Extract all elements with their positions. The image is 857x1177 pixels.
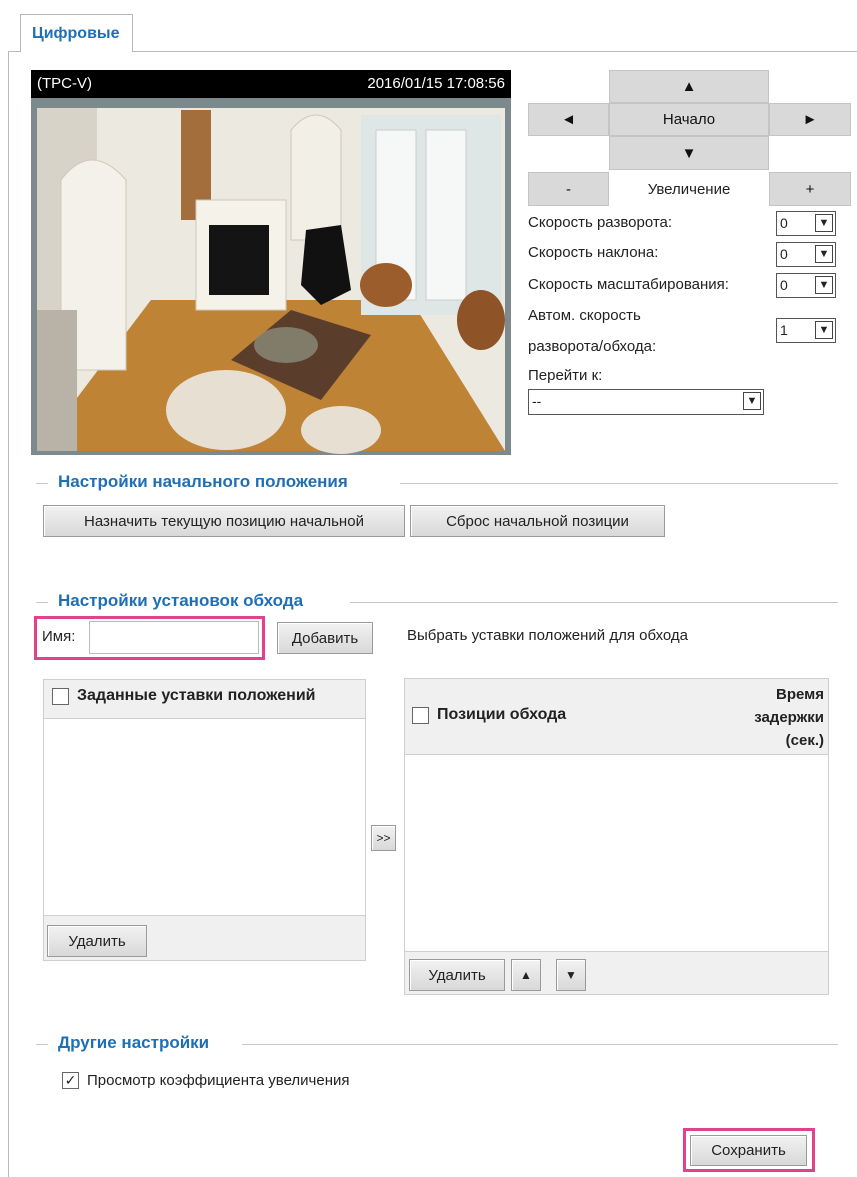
pan-speed-value: 0 [780,215,788,231]
delay-header-line-1: Время [776,686,824,703]
chevron-down-icon: ▼ [815,321,833,339]
section-divider [350,602,838,603]
delete-preset-button[interactable]: Удалить [47,925,147,957]
goto-value: -- [532,393,542,409]
zoom-speed-label: Скорость масштабирования: [528,276,729,293]
auto-speed-label-2: разворота/обхода: [528,338,657,355]
patrol-settings-title: Настройки установок обхода [58,591,304,610]
chevron-down-icon: ▼ [743,392,761,410]
ptz-left-button[interactable]: ◄ [528,103,609,136]
presets-select-all-checkbox[interactable] [52,687,69,705]
presets-header-label: Заданные уставки положений [77,687,316,704]
ptz-up-button[interactable]: ▲ [609,70,769,103]
move-up-button[interactable]: ▲ [511,959,541,991]
ptz-down-button[interactable]: ▼ [609,136,769,170]
chevron-down-icon: ▼ [815,214,833,232]
tilt-speed-value: 0 [780,246,788,262]
zoom-ratio-checkbox[interactable]: ✓ [62,1072,79,1089]
pan-speed-select[interactable]: 0 ▼ [776,211,836,236]
name-label: Имя: [42,628,76,645]
add-button[interactable]: Добавить [277,622,373,654]
goto-label: Перейти к: [528,367,603,384]
add-to-patrol-button[interactable]: >> [371,825,396,851]
camera-name: (TPC-V) [37,75,92,92]
delay-header-line-2: задержки [754,709,824,726]
zoom-speed-value: 0 [780,277,788,293]
save-button[interactable]: Сохранить [690,1135,807,1166]
auto-speed-select[interactable]: 1 ▼ [776,318,836,343]
section-divider [36,1044,48,1045]
section-divider [36,483,48,484]
other-settings-title: Другие настройки [58,1033,210,1052]
reset-home-button[interactable]: Сброс начальной позиции [410,505,665,537]
section-divider [242,1044,838,1045]
name-input[interactable] [89,621,259,654]
tilt-speed-label: Скорость наклона: [528,244,659,261]
camera-overlay-bar: (TPC-V) 2016/01/15 17:08:56 [31,70,511,98]
delay-header: Время задержки (сек.) [700,683,824,752]
patrol-header-label: Позиции обхода [437,706,567,723]
section-divider [36,602,48,603]
zoom-in-button[interactable]: + [769,172,851,206]
presets-list[interactable] [43,718,366,916]
zoom-out-button[interactable]: - [528,172,609,206]
home-settings-title: Настройки начального положения [58,472,348,491]
auto-speed-label-1: Автом. скорость [528,307,641,324]
tab-digital[interactable]: Цифровые [20,14,133,52]
zoom-speed-select[interactable]: 0 ▼ [776,273,836,298]
auto-speed-value: 1 [780,322,788,338]
ptz-right-button[interactable]: ► [769,103,851,136]
patrol-header: Позиции обхода [412,706,566,724]
zoom-ratio-label: Просмотр коэффициента увеличения [87,1072,350,1089]
zoom-ratio-option: ✓ Просмотр коэффициента увеличения [62,1072,350,1089]
tilt-speed-select[interactable]: 0 ▼ [776,242,836,267]
zoom-label: Увеличение [609,172,769,206]
select-presets-hint: Выбрать уставки положений для обхода [407,627,689,644]
move-down-button[interactable]: ▼ [556,959,586,991]
presets-header: Заданные уставки положений [52,687,316,705]
ptz-home-button[interactable]: Начало [609,103,769,136]
goto-select[interactable]: -- ▼ [528,389,764,415]
patrol-select-all-checkbox[interactable] [412,706,429,724]
delete-patrol-button[interactable]: Удалить [409,959,505,991]
pan-speed-label: Скорость разворота: [528,214,673,231]
camera-view[interactable] [31,70,511,455]
patrol-list[interactable] [404,754,829,952]
set-home-button[interactable]: Назначить текущую позицию начальной [43,505,405,537]
camera-image [37,108,505,454]
chevron-down-icon: ▼ [815,276,833,294]
section-divider [400,483,838,484]
chevron-down-icon: ▼ [815,245,833,263]
delay-header-line-3: (сек.) [785,732,824,749]
camera-datetime: 2016/01/15 17:08:56 [367,75,505,92]
